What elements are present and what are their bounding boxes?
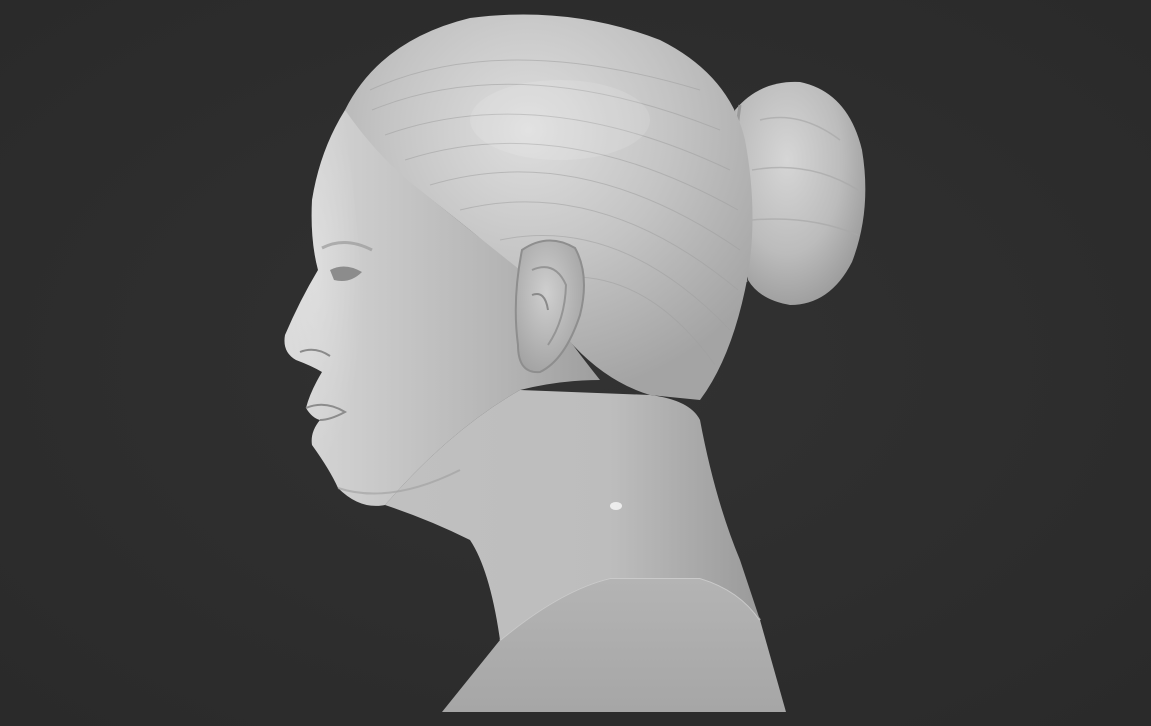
hair-bun xyxy=(735,81,866,305)
sculpture-render xyxy=(0,0,1151,726)
render-viewport xyxy=(0,0,1151,726)
